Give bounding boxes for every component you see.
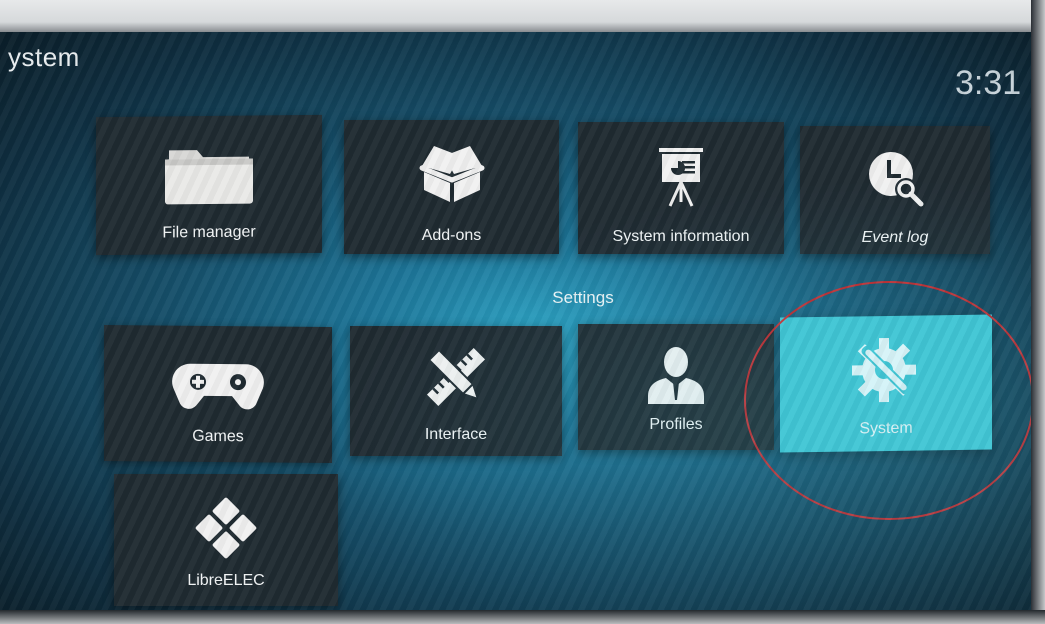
presentation-board-icon — [659, 148, 703, 207]
tile-label: Add-ons — [421, 227, 482, 244]
tile-label: Profiles — [649, 416, 703, 433]
tile-file-manager[interactable]: File manager — [96, 114, 322, 256]
tile-add-ons[interactable]: Add-ons — [344, 120, 559, 254]
monitor-bezel-bottom — [0, 610, 1045, 624]
section-label-settings: Settings — [552, 288, 614, 307]
gamepad-icon — [172, 363, 264, 410]
open-box-icon — [419, 146, 484, 202]
tile-system-information[interactable]: System information — [578, 122, 784, 254]
annotation-circle — [744, 281, 1031, 520]
libreelec-logo-icon — [195, 497, 257, 559]
monitor-bezel-right — [1031, 0, 1045, 624]
tile-label: Interface — [424, 426, 488, 443]
tile-label: System information — [612, 228, 750, 245]
tile-label: Games — [192, 427, 244, 446]
clock: 3:31 P — [955, 64, 1031, 102]
tile-event-log[interactable]: Event log — [800, 126, 990, 254]
folder-icon — [165, 150, 253, 205]
tile-libreelec[interactable]: LibreELEC — [114, 474, 338, 606]
page-title: ystem — [8, 42, 80, 72]
tile-label: LibreELEC — [187, 572, 265, 589]
tile-games[interactable]: Games — [104, 325, 332, 463]
pencil-ruler-icon — [427, 348, 485, 406]
tile-label: Event log — [861, 229, 929, 246]
user-silhouette-icon — [648, 347, 704, 404]
tile-interface[interactable]: Interface — [350, 326, 562, 456]
kodi-screen: ystem 3:31 P File manager Add-ons — [0, 32, 1031, 610]
tile-label: File manager — [162, 223, 256, 242]
clock-search-icon — [869, 152, 924, 207]
